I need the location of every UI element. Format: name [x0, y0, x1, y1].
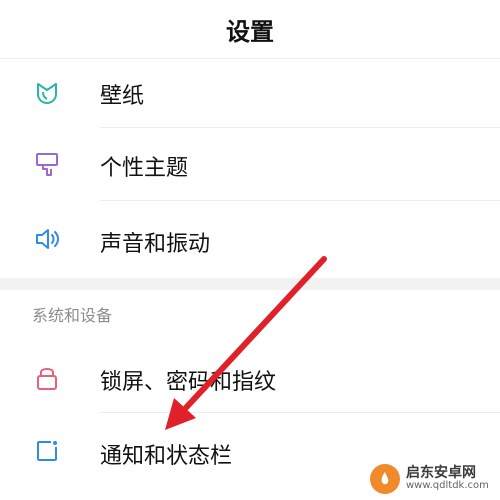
section-gap [0, 278, 500, 290]
wallpaper-icon [34, 80, 60, 106]
settings-item-wallpaper[interactable]: 壁纸 [0, 58, 500, 128]
speaker-icon [34, 226, 60, 252]
page-title: 设置 [226, 17, 274, 46]
settings-item-label: 壁纸 [100, 84, 145, 109]
settings-item-label: 通知和状态栏 [100, 444, 233, 469]
settings-item-sound[interactable]: 声音和振动 [0, 202, 500, 272]
settings-item-lockscreen[interactable]: 锁屏、密码和指纹 [0, 342, 500, 413]
theme-brush-icon [34, 151, 60, 177]
lock-icon [34, 364, 60, 390]
watermark-logo-icon [370, 464, 400, 494]
settings-item-theme[interactable]: 个性主题 [0, 128, 500, 201]
settings-item-label: 声音和振动 [100, 232, 211, 257]
divider [100, 200, 500, 201]
watermark: 启东安卓网 www.qdltdk.com [370, 462, 498, 496]
settings-item-label: 锁屏、密码和指纹 [100, 370, 277, 395]
section-header: 系统和设备 [32, 306, 113, 325]
notification-icon [34, 438, 60, 464]
divider [100, 412, 500, 413]
watermark-name: 启东安卓网 [406, 465, 476, 482]
watermark-url: www.qdltdk.com [406, 480, 489, 492]
settings-item-label: 个性主题 [100, 156, 189, 181]
